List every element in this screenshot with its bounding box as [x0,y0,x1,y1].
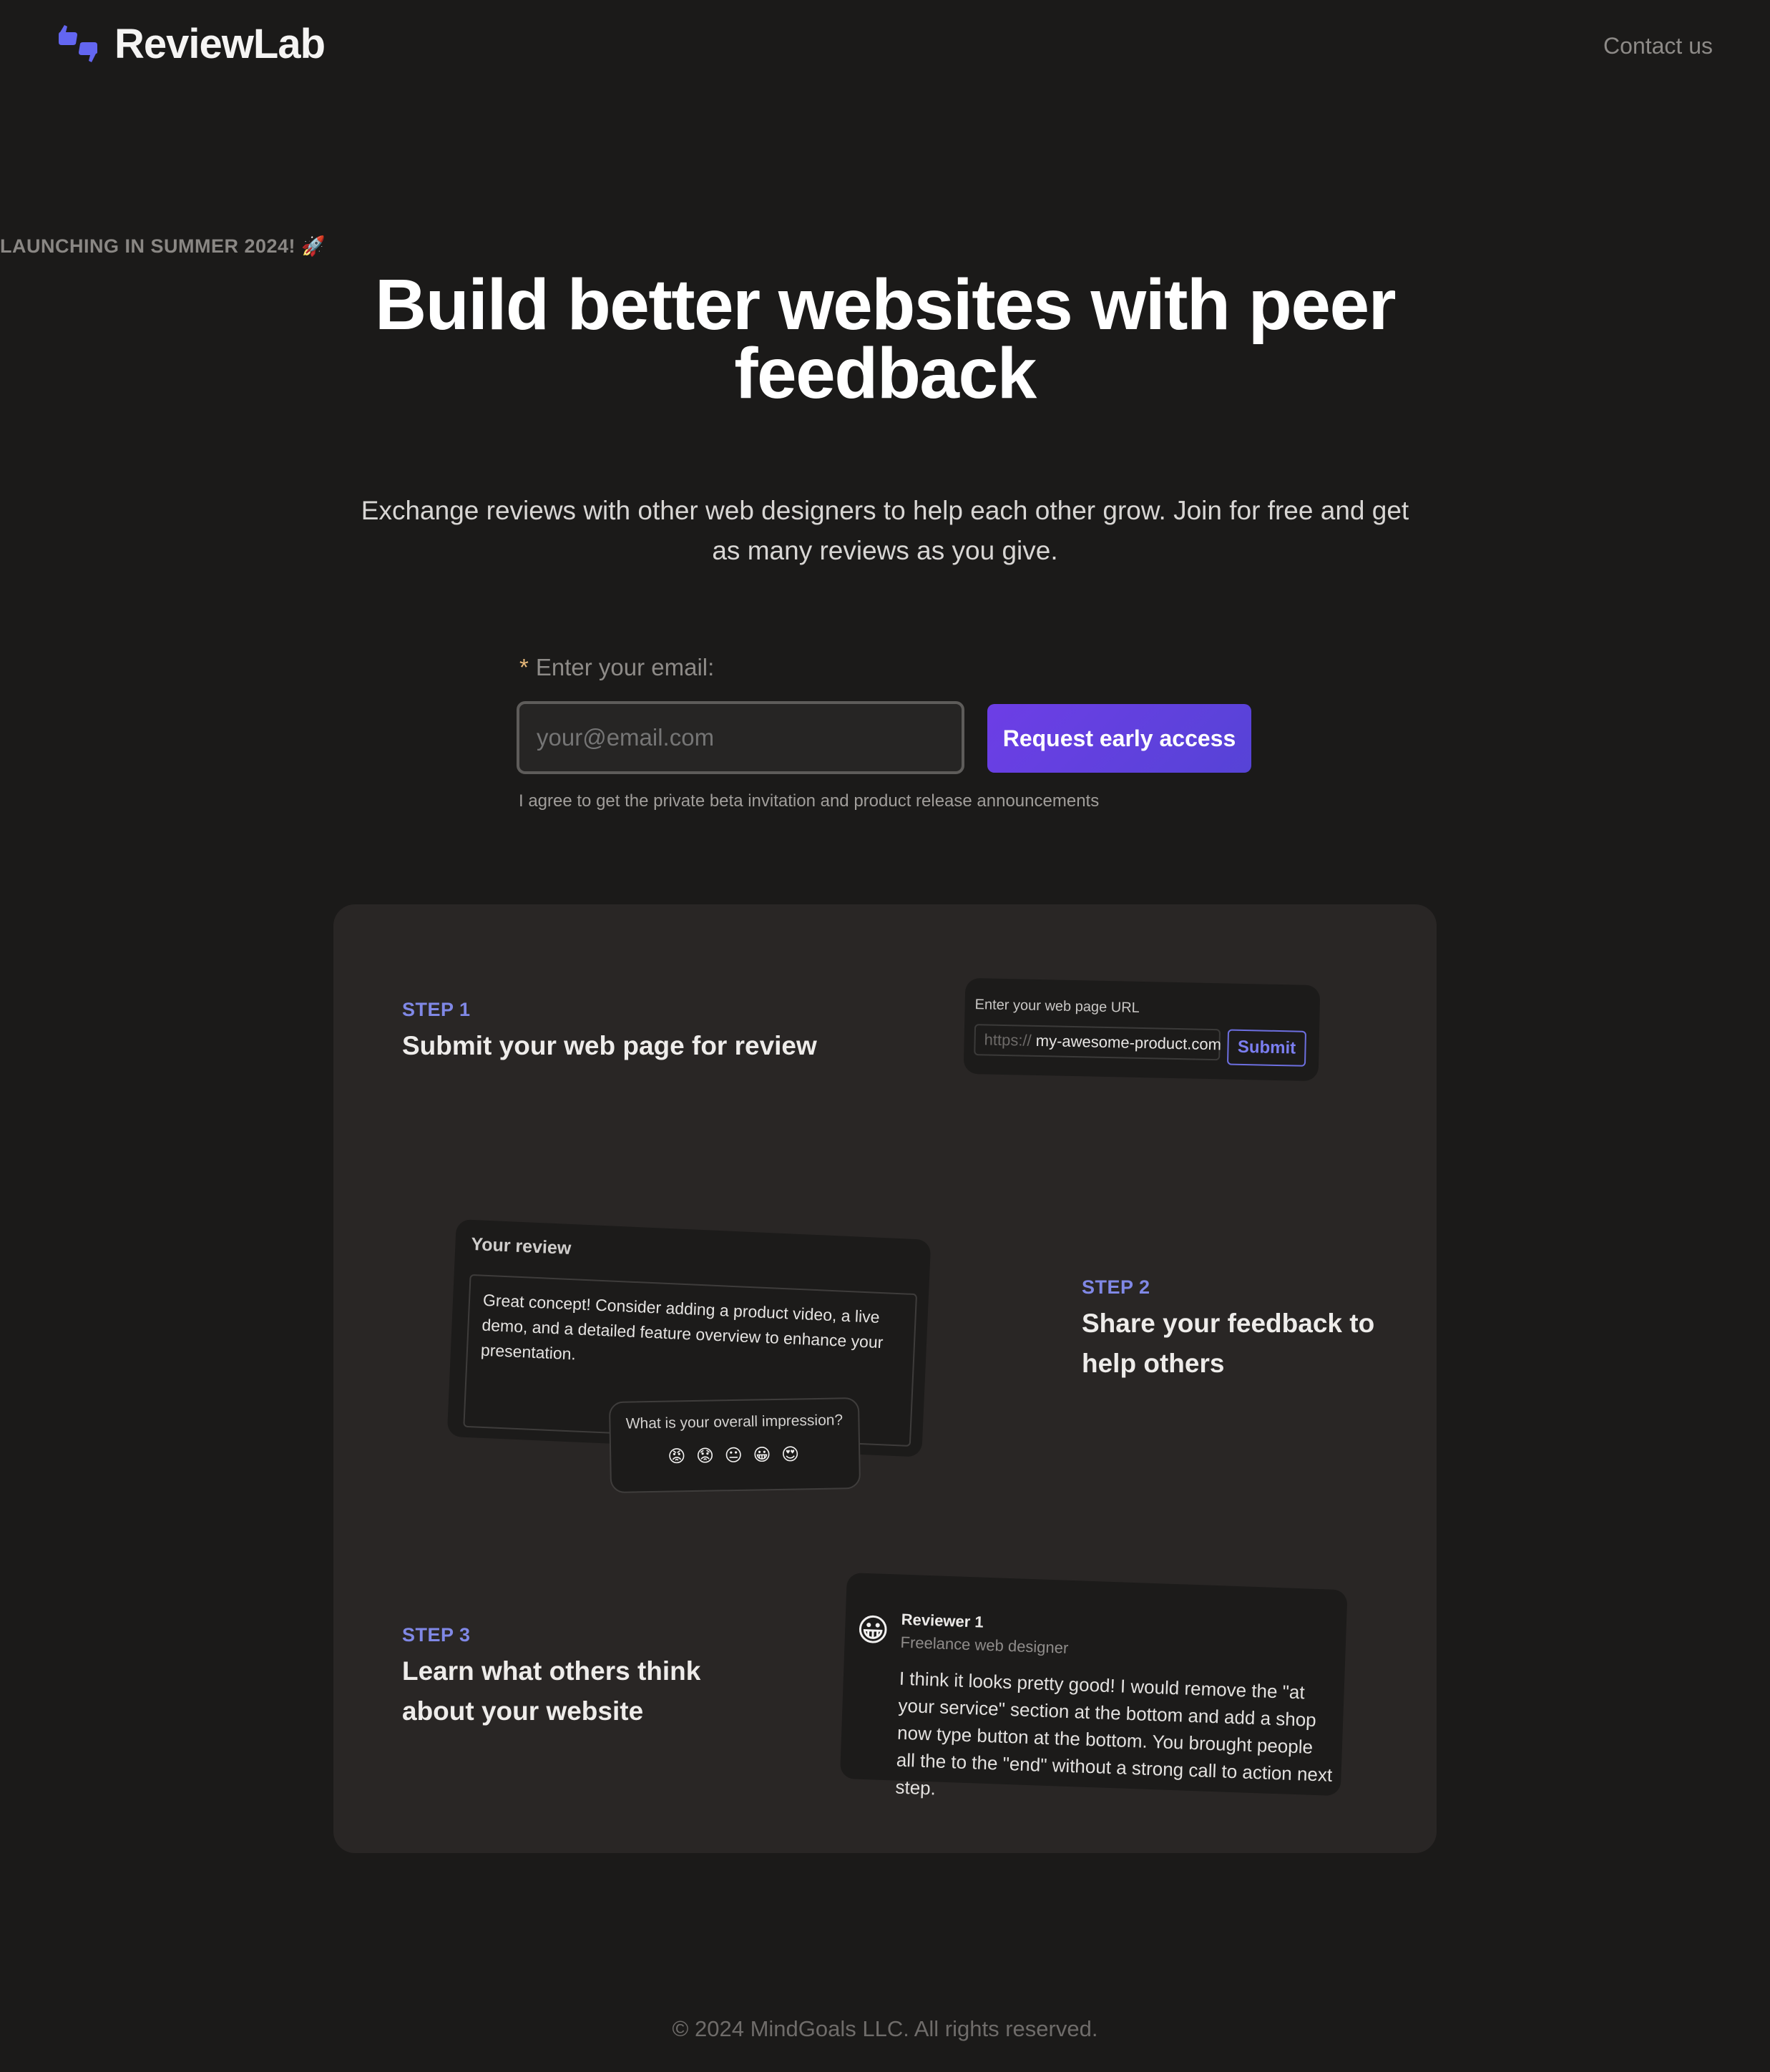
grinning-face-icon[interactable]: 😀 [753,1445,773,1465]
url-prefix: https:// [984,1030,1032,1050]
url-label: Enter your web page URL [974,997,1140,1016]
site-header: ReviewLab Contact us [0,0,1770,100]
worried-face-icon[interactable]: 😟 [696,1446,717,1466]
email-label-text: Enter your email: [535,654,715,680]
url-submit-demo-card: Enter your web page URL https:// my-awes… [963,977,1321,1082]
footer-copyright: © 2024 MindGoals LLC. All rights reserve… [672,2016,1098,2041]
required-marker: * [519,654,529,680]
step-2-title: Share your feedback to help others [1082,1309,1375,1378]
reviewer-avatar-icon: 😀 [856,1612,890,1649]
neutral-face-icon[interactable]: 😐 [725,1446,745,1466]
reviewer-feedback-card: 😀 Reviewer 1 Freelance web designer I th… [839,1573,1348,1799]
step-1-title: Submit your web page for review [402,1031,817,1060]
impression-label: What is your overall impression? [625,1412,844,1432]
impression-emoji-row: 😡 😟 😐 😀 😍 [611,1443,859,1468]
brand-name: ReviewLab [114,21,326,67]
angry-face-icon[interactable]: 😡 [668,1447,688,1467]
step-1-label: STEP 1 [402,999,471,1020]
step-2-label: STEP 2 [1082,1276,1150,1298]
thumbs-up-down-icon [59,24,97,62]
how-it-works-panel: STEP 1 Submit your web page for review E… [333,904,1437,1853]
step-3-label: STEP 3 [402,1624,471,1646]
email-label: * Enter your email: [519,654,714,681]
reviewer-role: Freelance web designer [900,1633,1069,1657]
consent-text: I agree to get the private beta invitati… [519,791,1100,811]
hero-subtitle: Exchange reviews with other web designer… [361,496,1409,565]
url-input[interactable]: https:// my-awesome-product.com [974,1024,1222,1061]
email-input[interactable] [517,701,964,774]
heart-eyes-face-icon[interactable]: 😍 [781,1445,802,1465]
reviewer-feedback-text: I think it looks pretty good! I would re… [895,1667,1333,1799]
review-label: Your review [470,1233,572,1259]
brand-logo[interactable]: ReviewLab [56,20,326,68]
reviewer-name: Reviewer 1 [901,1610,984,1631]
hero-title: Build better websites with peer feedback [374,265,1397,414]
step-3-title: Learn what others think about your websi… [402,1656,701,1726]
launch-eyebrow: LAUNCHING IN SUMMER 2024! 🚀 [0,235,326,257]
impression-demo-card: What is your overall impression? 😡 😟 😐 😀… [608,1397,861,1494]
url-value: my-awesome-product.com [1035,1031,1222,1054]
url-submit-button[interactable]: Submit [1226,1029,1307,1067]
contact-us-link[interactable]: Contact us [1603,33,1713,59]
request-early-access-button[interactable]: Request early access [987,704,1251,773]
